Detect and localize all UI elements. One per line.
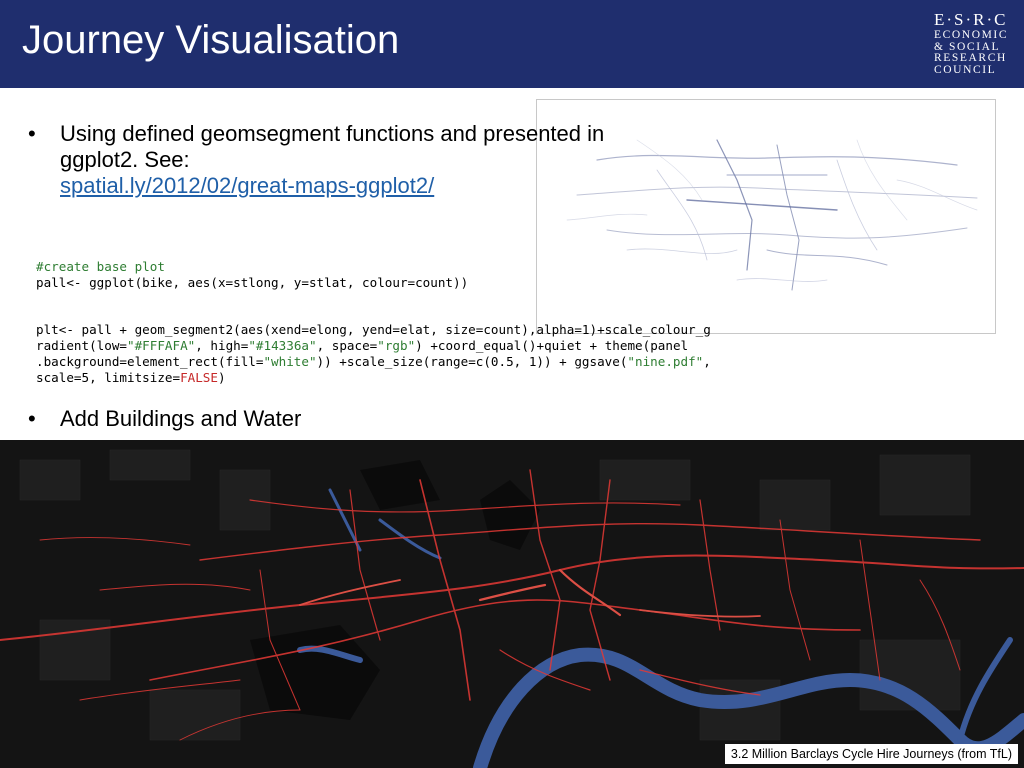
logo-line-1: E·S·R·C <box>934 10 1008 29</box>
code-block-plt: plt<- pall + geom_segment2(aes(xend=elon… <box>36 322 711 386</box>
code-block-base-plot: #create base plot pall<- ggplot(bike, ae… <box>36 259 468 291</box>
code-plt-2c: , space= <box>316 338 378 353</box>
london-route-map <box>0 449 1024 768</box>
code-comment: #create base plot <box>36 259 165 274</box>
code-false: FALSE <box>180 370 218 385</box>
code-low-color: "#FFFAFA" <box>127 338 196 353</box>
bullet-marker: • <box>28 121 36 146</box>
code-file: "nine.pdf" <box>627 354 704 369</box>
logo-line-4: RESEARCH <box>934 52 1007 64</box>
code-line-pall: pall<- ggplot(bike, aes(x=stlong, y=stla… <box>36 275 469 290</box>
code-plt-4a: scale=5, limitsize= <box>36 370 181 385</box>
code-space: "rgb" <box>377 338 416 353</box>
bullet-marker: • <box>28 406 36 431</box>
code-plt-3c: , <box>703 354 711 369</box>
map-caption: 3.2 Million Barclays Cycle Hire Journeys… <box>724 744 1018 764</box>
code-plt-2b: , high= <box>195 338 249 353</box>
code-line-plt-1: plt<- pall + geom_segment2(aes(xend=elon… <box>36 322 711 337</box>
code-fill: "white" <box>263 354 317 369</box>
code-plt-2d: ) +coord_equal()+quiet + theme(panel <box>415 338 689 353</box>
code-plt-2a: radient(low= <box>36 338 127 353</box>
spatial-ly-link[interactable]: spatial.ly/2012/02/great-maps-ggplot2/ <box>60 173 612 199</box>
bullet-buildings-water: • Add Buildings and Water <box>28 406 532 432</box>
code-plt-3b: )) +scale_size(range=c(0.5, 1)) + ggsave… <box>316 354 628 369</box>
bullet-text-content: Using defined geomsegment functions and … <box>60 121 605 172</box>
code-high-color: "#14336a" <box>248 338 317 353</box>
esrc-logo: E·S·R·C ECONOMIC & SOCIAL RESEARCH COUNC… <box>934 10 1016 76</box>
cycle-journey-map: 3.2 Million Barclays Cycle Hire Journeys… <box>0 440 1024 768</box>
logo-line-2: ECONOMIC <box>934 29 1009 41</box>
code-plt-3a: .background=element_rect(fill= <box>36 354 264 369</box>
slide-header: Journey Visualisation E·S·R·C ECONOMIC &… <box>0 0 1024 88</box>
slide-title: Journey Visualisation <box>22 18 400 62</box>
code-plt-4b: ) <box>217 370 226 385</box>
bullet-text: Using defined geomsegment functions and … <box>32 121 612 199</box>
bullet-text: Add Buildings and Water <box>60 406 302 431</box>
bullet-geomsegment: • Using defined geomsegment functions an… <box>28 121 612 199</box>
logo-line-5: COUNCIL <box>934 63 997 76</box>
